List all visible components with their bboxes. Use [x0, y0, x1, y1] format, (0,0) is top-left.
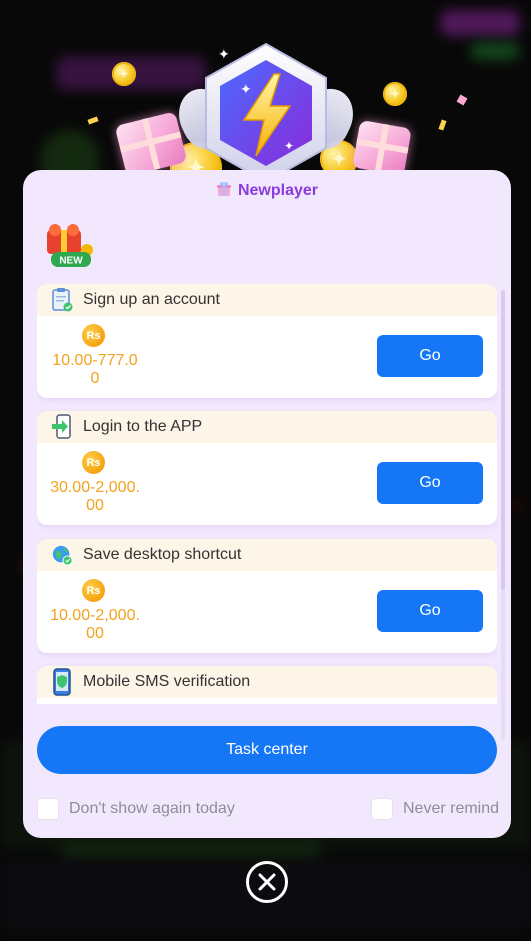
- rupee-coin-icon: Rs: [82, 579, 105, 602]
- gift-icon: [352, 119, 412, 177]
- svg-text:NEW: NEW: [59, 256, 83, 267]
- dont-show-today-checkbox[interactable]: [37, 798, 59, 820]
- new-gift-icon: NEW: [41, 222, 97, 272]
- task-card: Mobile SMS verification: [37, 666, 497, 704]
- never-remind-checkbox[interactable]: [371, 798, 393, 820]
- svg-text:✦: ✦: [284, 139, 294, 153]
- task-title: Mobile SMS verification: [83, 673, 251, 690]
- task-center-button[interactable]: Task center: [37, 726, 497, 774]
- globe-shortcut-icon: [51, 543, 73, 567]
- gift-icon: [216, 181, 232, 202]
- task-title: Login to the APP: [83, 418, 203, 435]
- task-reward: 30.00-2,000.00: [50, 479, 140, 514]
- task-title: Sign up an account: [83, 291, 220, 308]
- task-card: Save desktop shortcut Rs 10.00-2,000.00 …: [37, 539, 497, 653]
- phone-login-icon: [51, 414, 73, 439]
- dont-show-today-option[interactable]: Don't show again today: [37, 798, 235, 820]
- lightning-badge-icon: ✦ ✦: [169, 40, 363, 190]
- task-reward: 10.00-2,000.00: [50, 607, 140, 642]
- task-title: Save desktop shortcut: [83, 546, 242, 563]
- task-list-scrollbar[interactable]: [501, 290, 505, 740]
- go-button[interactable]: Go: [377, 590, 483, 632]
- dont-show-today-label: Don't show again today: [69, 800, 235, 817]
- go-button[interactable]: Go: [377, 462, 483, 504]
- newplayer-dialog: Newplayer NEW Sign up an account Rs 10.0…: [23, 170, 511, 838]
- task-card: Sign up an account Rs 10.00-777.00 Go: [37, 284, 497, 398]
- go-button[interactable]: Go: [377, 335, 483, 377]
- close-button[interactable]: [246, 861, 288, 903]
- never-remind-label: Never remind: [403, 800, 500, 817]
- coin-icon: ✦: [383, 82, 407, 106]
- svg-text:✦: ✦: [240, 82, 252, 98]
- task-list: Sign up an account Rs 10.00-777.00 Go Lo…: [37, 284, 497, 704]
- phone-shield-icon: [51, 668, 73, 696]
- never-remind-option[interactable]: Never remind: [371, 798, 499, 820]
- dialog-header: Newplayer: [23, 180, 511, 202]
- close-icon: [258, 873, 276, 891]
- rupee-coin-icon: Rs: [82, 324, 105, 347]
- task-reward: 10.00-777.00: [52, 352, 138, 387]
- rupee-coin-icon: Rs: [82, 451, 105, 474]
- task-card: Login to the APP Rs 30.00-2,000.00 Go: [37, 411, 497, 525]
- clipboard-check-icon: [51, 288, 73, 312]
- hero-illustration: ✦ ✦ ✦ ✦ ✦ ✦ ✦: [0, 0, 531, 194]
- dialog-title: Newplayer: [237, 182, 319, 199]
- coin-icon: ✦: [112, 62, 136, 86]
